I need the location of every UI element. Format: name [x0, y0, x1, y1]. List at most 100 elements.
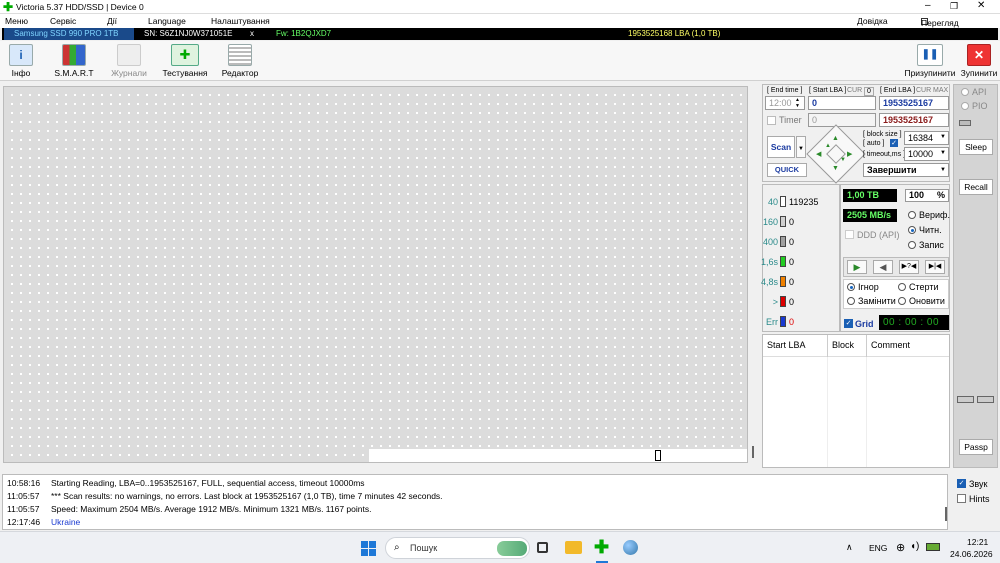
language-indicator[interactable]: ENG	[869, 543, 887, 553]
auto-checkbox[interactable]: ✓	[890, 139, 898, 147]
mode-panel: 1,00 TB 100 % 2505 MB/s Вериф. DDD (API)…	[840, 184, 950, 332]
event-log: 10:58:16 Starting Reading, LBA=0..1953525…	[2, 474, 948, 530]
hints-checkbox[interactable]	[957, 494, 966, 503]
start-lba-input[interactable]: 0	[808, 96, 876, 110]
arrow-up-icon[interactable]: ▲	[832, 135, 839, 142]
sleep-button[interactable]: Sleep	[959, 139, 993, 155]
timer-input[interactable]: 0	[808, 113, 876, 127]
recall-button[interactable]: Recall	[959, 179, 993, 195]
window-title: Victoria 5.37 HDD/SSD | Device 0	[16, 2, 144, 12]
menu-item-help[interactable]: Довідка	[857, 16, 888, 26]
smart-button[interactable]: S.M.A.R.T	[52, 44, 96, 80]
arrow-down-right-icon[interactable]: ▼	[840, 157, 846, 163]
end-time-spinner[interactable]: ▲ ▼	[795, 97, 800, 109]
skip-end-icon[interactable]: ▶|◀	[925, 260, 945, 274]
taskbar-search[interactable]: ⌕ Пошук	[385, 537, 530, 559]
end-lba-secondary[interactable]: 1953525167	[879, 113, 949, 127]
network-icon[interactable]: ⊕	[896, 541, 905, 554]
menu-item-actions[interactable]: Дії	[107, 16, 117, 26]
timeout-label: [ timeout,ms ]	[863, 151, 906, 158]
volume-icon[interactable]: ◖)	[910, 541, 919, 552]
clock-time[interactable]: 12:21	[967, 537, 988, 547]
stats-row-count: 0	[789, 237, 795, 247]
sound-checkbox[interactable]: ✓	[957, 479, 966, 488]
device-model[interactable]: Samsung SSD 990 PRO 1TB	[4, 28, 134, 40]
stats-row-swatch	[780, 236, 786, 247]
side-indicator-left	[957, 396, 974, 403]
scan-button[interactable]: Scan	[767, 136, 795, 158]
info-button[interactable]: i Інфо	[4, 44, 38, 80]
erase-radio[interactable]	[898, 283, 906, 291]
battery-icon[interactable]	[926, 543, 940, 551]
column-start-lba[interactable]: Start LBA	[767, 340, 806, 350]
write-radio[interactable]	[908, 241, 916, 249]
write-label: Запис	[919, 240, 944, 250]
timer-checkbox[interactable]	[767, 116, 776, 125]
api-radio[interactable]	[961, 88, 969, 96]
skip-unknown-icon[interactable]: ▶?◀	[899, 260, 919, 274]
log-scrollbar[interactable]	[945, 507, 947, 521]
sound-label: Звук	[969, 479, 988, 489]
finish-action-select[interactable]: Завершити	[863, 163, 949, 177]
column-block[interactable]: Block	[832, 340, 854, 350]
pause-button[interactable]: ❚❚ Призупинити	[904, 44, 956, 80]
logs-button[interactable]: Журнали	[108, 44, 150, 80]
column-comment[interactable]: Comment	[871, 340, 910, 350]
stats-row-label: Err	[766, 317, 778, 327]
quick-button[interactable]: QUICK	[767, 163, 807, 177]
end-lba-input[interactable]: 1953525167	[879, 96, 949, 110]
victoria-taskbar-icon[interactable]: ✚	[594, 537, 609, 558]
start-lba-cur[interactable]: CUR	[847, 87, 862, 94]
ddd-checkbox[interactable]	[845, 230, 854, 239]
editor-button[interactable]: Редактор	[220, 44, 260, 80]
stats-row-count: 0	[789, 257, 795, 267]
end-lba-cur[interactable]: CUR	[916, 87, 931, 94]
testing-label: Тестування	[162, 68, 208, 78]
scan-dropdown-button[interactable]: ▼	[796, 136, 806, 158]
tray-chevron-icon[interactable]: ∧	[846, 542, 853, 553]
clock-date[interactable]: 24.06.2026	[950, 549, 993, 559]
minimize-icon[interactable]: –	[925, 0, 931, 11]
replace-radio[interactable]	[847, 297, 855, 305]
timeout-chevron-icon: ▼	[940, 150, 946, 156]
arrow-left-icon[interactable]: ◀	[816, 150, 821, 158]
task-view-icon[interactable]	[537, 542, 548, 553]
start-lba-zero[interactable]: 0	[864, 87, 874, 96]
pio-radio[interactable]	[961, 102, 969, 110]
arrow-up-left-icon[interactable]: ▲	[825, 143, 831, 149]
verify-radio[interactable]	[908, 211, 916, 219]
device-close[interactable]: x	[250, 29, 254, 38]
refresh-radio[interactable]	[898, 297, 906, 305]
end-lba-max[interactable]: MAX	[933, 87, 948, 94]
menu-item-menu[interactable]: Меню	[5, 16, 28, 26]
arrow-down-icon[interactable]: ▼	[832, 165, 839, 172]
browser-icon[interactable]	[623, 540, 638, 555]
side-panel: API PIO Sleep Recall Passp	[953, 84, 998, 468]
search-highlight-icon	[497, 541, 527, 556]
passport-button[interactable]: Passp	[959, 439, 993, 455]
search-icon: ⌕	[394, 542, 400, 553]
start-icon[interactable]	[361, 541, 376, 556]
read-radio[interactable]	[908, 226, 916, 234]
percent-sign: %	[936, 190, 945, 200]
log-options: ✓ Звук Hints	[950, 474, 998, 530]
close-icon[interactable]: ✕	[977, 0, 985, 11]
ignore-radio[interactable]	[847, 283, 855, 291]
maximize-icon[interactable]: ❐	[950, 1, 958, 12]
menu-item-settings[interactable]: Налаштування	[211, 16, 270, 26]
play-icon[interactable]: ▶	[847, 260, 867, 274]
ignore-label: Ігнор	[858, 282, 879, 292]
grid-checkbox[interactable]: ✓	[844, 319, 853, 328]
reverse-icon[interactable]: ◀	[873, 260, 893, 274]
file-explorer-icon[interactable]	[565, 541, 582, 554]
log-entry-text: Speed: Maximum 2504 MB/s. Average 1912 M…	[51, 504, 372, 514]
testing-button[interactable]: ✚ Тестування	[161, 44, 209, 80]
hints-label: Hints	[969, 494, 990, 504]
stats-row-swatch	[780, 196, 786, 207]
menu-item-language[interactable]: Language	[148, 16, 186, 26]
scan-scrollbar[interactable]	[752, 446, 754, 458]
menu-item-service[interactable]: Сервіс	[50, 16, 76, 26]
arrow-right-icon[interactable]: ▶	[847, 150, 852, 158]
testing-icon: ✚	[171, 44, 199, 66]
stop-button[interactable]: ✕ Зупинити	[960, 44, 998, 80]
